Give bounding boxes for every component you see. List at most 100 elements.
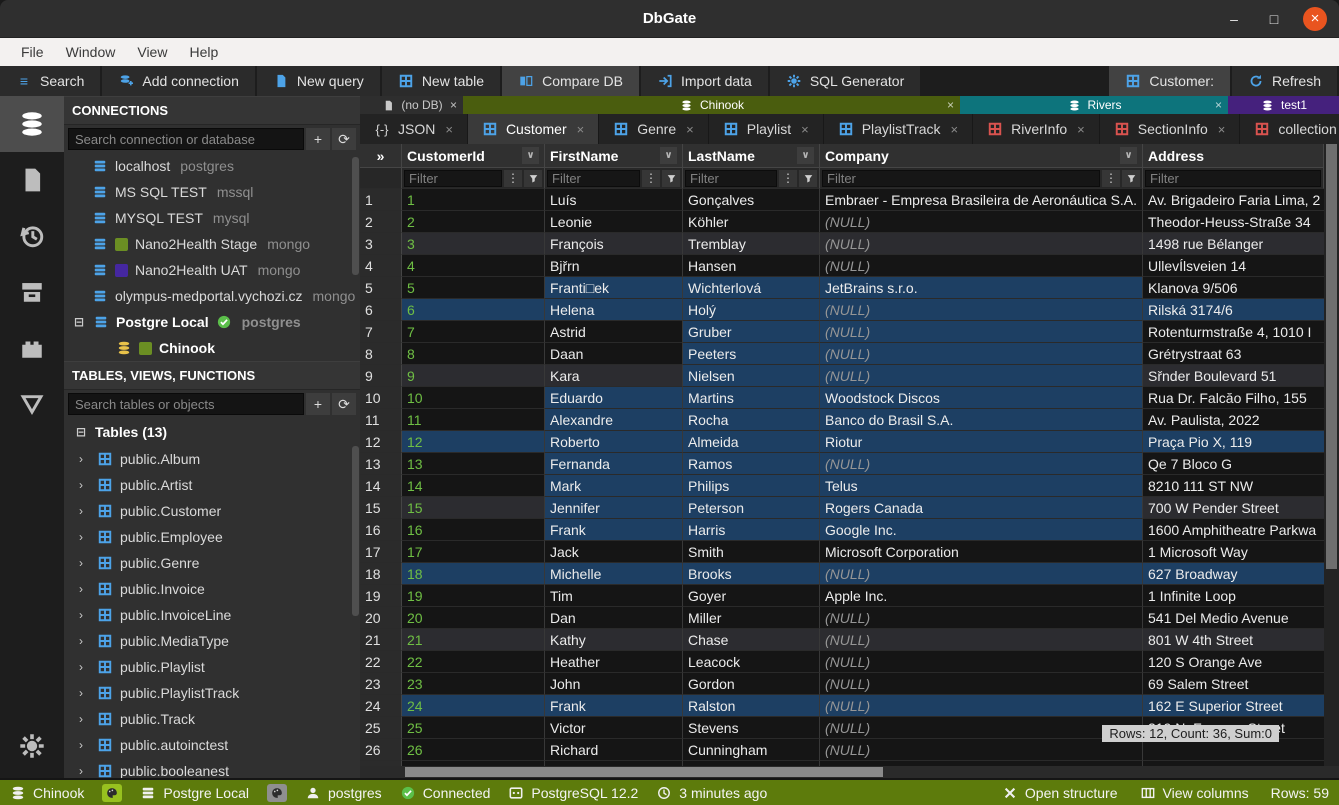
close-icon[interactable]: × (947, 98, 954, 112)
cell-company[interactable]: (NULL) (820, 211, 1143, 233)
cell-first[interactable]: Victor (545, 717, 683, 739)
db-tab-test1[interactable]: test1 (1228, 96, 1339, 114)
chevron-right-icon[interactable]: › (74, 764, 88, 778)
close-icon[interactable]: × (686, 122, 694, 137)
iconbar-files[interactable] (0, 152, 64, 208)
import-data-button[interactable]: Import data (641, 66, 768, 96)
cell-last[interactable]: Tremblay (683, 233, 820, 255)
row-count[interactable]: Rows: 59 (1271, 785, 1329, 801)
chevron-right-icon[interactable]: › (74, 478, 88, 492)
open-database-item[interactable]: Chinook (64, 335, 360, 361)
refresh-button[interactable]: Refresh (1232, 66, 1337, 96)
cell-address[interactable]: Theodor-Heuss-Straße 34 (1143, 211, 1324, 233)
connection-item[interactable]: Nano2Health UATmongo (64, 257, 360, 283)
cell-address[interactable]: Praça Pio X, 119 (1143, 431, 1324, 453)
filter-input-last[interactable] (685, 170, 777, 187)
horizontal-scrollbar-thumb[interactable] (405, 767, 883, 777)
cell-last[interactable]: Harris (683, 519, 820, 541)
current-user[interactable]: postgres (305, 785, 382, 801)
filter-input-company[interactable] (822, 170, 1100, 187)
chevron-right-icon[interactable]: › (74, 530, 88, 544)
cell-first[interactable]: Jennifer (545, 497, 683, 519)
cell-first[interactable]: François (545, 233, 683, 255)
cell-id[interactable]: 1 (402, 189, 545, 211)
cell-company[interactable]: (NULL) (820, 607, 1143, 629)
row-number[interactable]: 9 (360, 365, 402, 387)
cell-last[interactable]: Hansen (683, 255, 820, 277)
chevron-right-icon[interactable]: › (74, 608, 88, 622)
cell-company[interactable]: (NULL) (820, 365, 1143, 387)
cell-company[interactable]: Woodstock Discos (820, 387, 1143, 409)
row-number[interactable]: 24 (360, 695, 402, 717)
connection-item[interactable]: localhostpostgres (64, 153, 360, 179)
row-number[interactable]: 2 (360, 211, 402, 233)
row-number[interactable]: 22 (360, 651, 402, 673)
row-number[interactable]: 26 (360, 739, 402, 761)
cell-address[interactable]: 69 Salem Street (1143, 673, 1324, 695)
cell-first[interactable]: Mark (545, 475, 683, 497)
close-icon[interactable]: × (1218, 122, 1226, 137)
maximize-button[interactable]: □ (1263, 8, 1285, 30)
chevron-down-icon[interactable]: ∨ (522, 147, 539, 164)
row-number[interactable]: 7 (360, 321, 402, 343)
iconbar-history[interactable] (0, 208, 64, 264)
cell-company[interactable]: JetBrains s.r.o. (820, 277, 1143, 299)
cell-id[interactable]: 15 (402, 497, 545, 519)
row-number[interactable]: 10 (360, 387, 402, 409)
table-item[interactable]: ›public.Track (64, 706, 360, 732)
tables-plus-button[interactable]: + (306, 393, 330, 415)
cell-company[interactable]: (NULL) (820, 651, 1143, 673)
chevron-right-icon[interactable]: › (74, 582, 88, 596)
cell-address[interactable]: Rua Dr. Falcăo Filho, 155 (1143, 387, 1324, 409)
row-number[interactable]: 13 (360, 453, 402, 475)
cell-first[interactable]: Frank (545, 519, 683, 541)
column-header-company[interactable]: Company∨ (820, 144, 1143, 168)
row-number[interactable]: 25 (360, 717, 402, 739)
close-icon[interactable]: × (1077, 122, 1085, 137)
filter-menu-button[interactable]: ⋮ (642, 170, 660, 187)
cell-company[interactable]: (NULL) (820, 717, 1143, 739)
menu-window[interactable]: Window (55, 38, 127, 66)
add-connection-button[interactable]: Add connection (102, 66, 255, 96)
cell-id[interactable]: 7 (402, 321, 545, 343)
new-query-button[interactable]: New query (257, 66, 380, 96)
cell-last[interactable]: Chase (683, 629, 820, 651)
menu-view[interactable]: View (126, 38, 178, 66)
cell-address[interactable]: Av. Paulista, 2022 (1143, 409, 1324, 431)
cell-company[interactable]: (NULL) (820, 321, 1143, 343)
tab-riverinfo[interactable]: RiverInfo× (973, 114, 1099, 144)
cell-address[interactable]: 120 S Orange Ave (1143, 651, 1324, 673)
tab-customer[interactable]: Customer× (468, 114, 598, 144)
connection-color-badge[interactable] (267, 784, 287, 802)
vertical-scrollbar[interactable] (1324, 144, 1339, 766)
cell-id[interactable]: 3 (402, 233, 545, 255)
row-number[interactable]: 6 (360, 299, 402, 321)
cell-last[interactable]: Smith (683, 541, 820, 563)
cell-last[interactable]: Stevens (683, 717, 820, 739)
last-refresh[interactable]: 3 minutes ago (656, 785, 767, 801)
filter-menu-button[interactable]: ⋮ (504, 170, 522, 187)
table-item[interactable]: ›public.Genre (64, 550, 360, 576)
cell-last[interactable]: Brooks (683, 563, 820, 585)
row-number[interactable]: 15 (360, 497, 402, 519)
cell-first[interactable]: Michelle (545, 563, 683, 585)
tab-playlist[interactable]: Playlist× (709, 114, 823, 144)
table-item[interactable]: ›public.Artist (64, 472, 360, 498)
cell-company[interactable]: Banco do Brasil S.A. (820, 409, 1143, 431)
cell-last[interactable]: Holý (683, 299, 820, 321)
tables-search-input[interactable] (68, 393, 304, 415)
connection-item[interactable]: Nano2Health Stagemongo (64, 231, 360, 257)
cell-last[interactable]: Gordon (683, 673, 820, 695)
cell-company[interactable]: Google Inc. (820, 519, 1143, 541)
row-number[interactable]: 20 (360, 607, 402, 629)
connection-item[interactable]: olympus-medportal.vychozi.czmongo (64, 283, 360, 309)
compare-db-button[interactable]: Compare DB (502, 66, 639, 96)
tab-sectioninfo[interactable]: SectionInfo× (1100, 114, 1240, 144)
cell-address[interactable]: 162 E Superior Street (1143, 695, 1324, 717)
cell-first[interactable]: Richard (545, 739, 683, 761)
cell-company[interactable]: (NULL) (820, 673, 1143, 695)
table-item[interactable]: ›public.Playlist (64, 654, 360, 680)
cell-company[interactable]: Telus (820, 475, 1143, 497)
cell-address[interactable]: 1 Microsoft Way (1143, 541, 1324, 563)
row-number[interactable]: 3 (360, 233, 402, 255)
